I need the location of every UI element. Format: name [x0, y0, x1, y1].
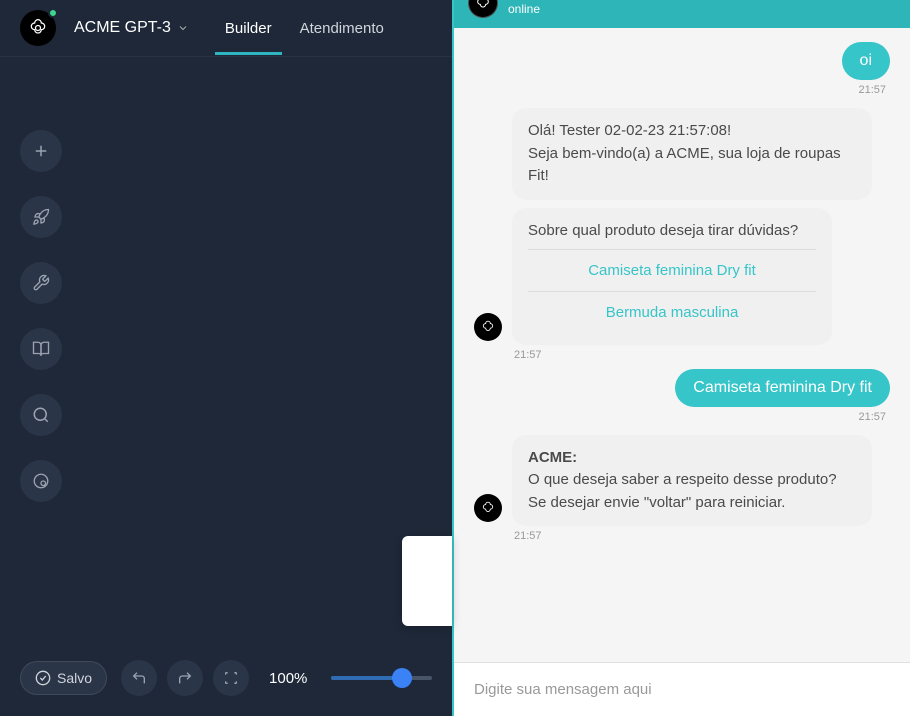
top-bar: ACME GPT-3 Builder Atendimento: [0, 0, 452, 57]
check-circle-icon: [35, 670, 51, 686]
user-message-text: oi: [842, 42, 890, 80]
bot-avatar-icon: [474, 313, 502, 341]
bot-avatar-icon: [474, 494, 502, 522]
save-status: Salvo: [20, 661, 107, 695]
docs-button[interactable]: [20, 328, 62, 370]
settings-button[interactable]: [20, 262, 62, 304]
bot-message: Olá! Tester 02-02-23 21:57:08! Seja bem-…: [474, 108, 890, 200]
undo-button[interactable]: [121, 660, 157, 696]
online-status: online: [508, 2, 540, 16]
bot-text-body: O que deseja saber a respeito desse prod…: [528, 471, 837, 511]
chevron-down-icon: [177, 22, 189, 34]
user-message-text: Camiseta feminina Dry fit: [675, 369, 890, 407]
user-message: oi 21:57: [474, 42, 890, 96]
chat-input-bar: [454, 662, 910, 716]
user-message: Camiseta feminina Dry fit 21:57: [474, 369, 890, 423]
redo-button[interactable]: [167, 660, 203, 696]
global-button[interactable]: [20, 460, 62, 502]
message-time: 21:57: [514, 530, 542, 542]
slider-thumb[interactable]: [392, 668, 412, 688]
chat-input[interactable]: [474, 681, 890, 698]
zoom-label: 100%: [269, 670, 307, 687]
bot-message: ACME: O que deseja saber a respeito dess…: [474, 435, 890, 543]
app-title-dropdown[interactable]: ACME GPT-3: [74, 19, 189, 37]
bot-option-card: Sobre qual produto deseja tirar dúvidas?…: [512, 208, 832, 345]
bot-label: ACME:: [528, 449, 577, 466]
add-button[interactable]: [20, 130, 62, 172]
app-title-text: ACME GPT-3: [74, 19, 171, 37]
chat-header: online: [454, 0, 910, 28]
option-bermuda[interactable]: Bermuda masculina: [528, 291, 816, 333]
message-time: 21:57: [858, 84, 886, 96]
canvas-preview: [402, 536, 452, 626]
message-time: 21:57: [858, 411, 886, 423]
chat-panel: online oi 21:57 Olá! Tester 02-02-23 21:…: [452, 0, 910, 716]
tab-builder[interactable]: Builder: [225, 2, 272, 55]
option-dryfit[interactable]: Camiseta feminina Dry fit: [528, 250, 816, 291]
sidebar-tools: [20, 130, 62, 502]
tab-atendimento[interactable]: Atendimento: [300, 2, 384, 55]
chat-messages[interactable]: oi 21:57 Olá! Tester 02-02-23 21:57:08! …: [454, 28, 910, 662]
search-button[interactable]: [20, 394, 62, 436]
bot-message-text: ACME: O que deseja saber a respeito dess…: [512, 435, 872, 527]
bot-message-text: Olá! Tester 02-02-23 21:57:08! Seja bem-…: [512, 108, 872, 200]
builder-panel: ACME GPT-3 Builder Atendimento: [0, 0, 452, 716]
status-dot-icon: [48, 8, 58, 18]
message-time: 21:57: [514, 349, 542, 361]
app-logo: [20, 10, 56, 46]
frame-button[interactable]: [213, 660, 249, 696]
chat-bot-avatar-icon: [468, 0, 498, 18]
save-label: Salvo: [57, 670, 92, 686]
bottom-toolbar: Salvo 100%: [0, 660, 452, 696]
bot-card-text: Sobre qual produto deseja tirar dúvidas?: [528, 220, 816, 241]
zoom-slider[interactable]: [331, 676, 432, 680]
rocket-button[interactable]: [20, 196, 62, 238]
main-tabs: Builder Atendimento: [225, 2, 384, 55]
bot-message: Sobre qual produto deseja tirar dúvidas?…: [474, 208, 890, 361]
